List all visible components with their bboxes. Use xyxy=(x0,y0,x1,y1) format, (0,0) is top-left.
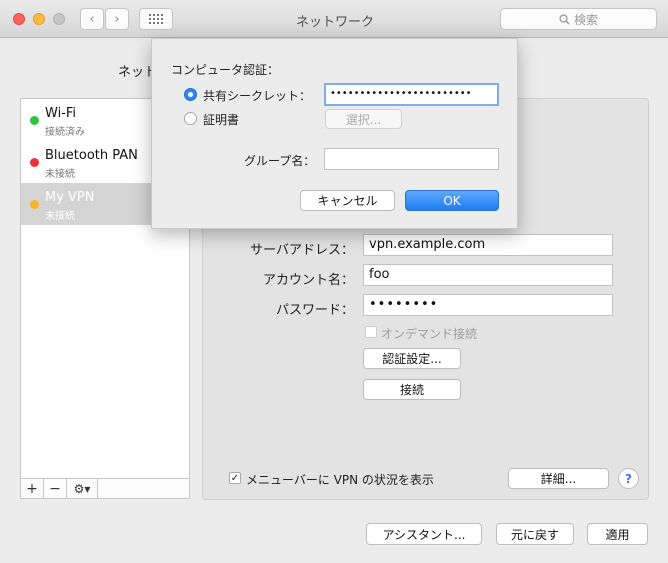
service-name: My VPN xyxy=(45,190,95,205)
cancel-button[interactable]: キャンセル xyxy=(300,190,395,211)
add-service-button[interactable]: + xyxy=(21,479,44,498)
status-dot-icon xyxy=(30,116,39,125)
service-name: Wi-Fi xyxy=(45,106,77,121)
account-name-label: アカウント名： xyxy=(262,273,354,288)
password-label: パスワード： xyxy=(275,303,354,318)
remove-service-button[interactable]: − xyxy=(44,479,67,498)
group-name-label: グループ名： xyxy=(244,154,316,168)
show-vpn-status-checkbox[interactable]: ✓ xyxy=(229,472,241,484)
back-button[interactable]: ‹ xyxy=(80,8,104,30)
search-placeholder: 検索 xyxy=(573,12,598,27)
group-name-field[interactable] xyxy=(324,148,499,170)
status-dot-icon xyxy=(30,158,39,167)
shared-secret-field[interactable]: •••••••••••••••••••••••• xyxy=(324,83,499,106)
apply-button[interactable]: 適用 xyxy=(587,523,648,545)
advanced-button[interactable]: 詳細... xyxy=(508,468,609,489)
ok-button[interactable]: OK xyxy=(405,190,499,211)
show-all-button[interactable] xyxy=(139,8,173,30)
service-status: 未接続 xyxy=(45,169,75,180)
revert-button[interactable]: 元に戻す xyxy=(496,523,574,545)
password-field[interactable]: •••••••• xyxy=(363,294,613,316)
select-certificate-button[interactable]: 選択... xyxy=(325,109,402,129)
service-status: 接続済み xyxy=(45,127,85,138)
shared-secret-label: 共有シークレット： xyxy=(203,89,312,103)
certificate-radio[interactable] xyxy=(184,112,197,125)
help-button[interactable]: ? xyxy=(618,468,639,489)
sheet-heading: コンピュータ認証： xyxy=(171,63,280,77)
close-button[interactable] xyxy=(13,13,25,25)
shared-secret-radio[interactable] xyxy=(184,88,197,101)
on-demand-label: オンデマンド接続 xyxy=(381,327,478,341)
account-name-field[interactable]: foo xyxy=(363,264,613,286)
on-demand-checkbox[interactable] xyxy=(365,326,377,338)
grid-icon xyxy=(149,14,163,24)
server-address-field[interactable]: vpn.example.com xyxy=(363,234,613,256)
forward-button[interactable]: › xyxy=(105,8,129,30)
service-name: Bluetooth PAN xyxy=(45,148,138,163)
status-dot-icon xyxy=(30,200,39,209)
service-status: 未接続 xyxy=(45,211,75,222)
show-vpn-status-label: メニューバーに VPN の状況を表示 xyxy=(246,473,434,487)
service-toolbar: + − ⚙▾ xyxy=(20,479,190,499)
assistant-button[interactable]: アシスタント... xyxy=(366,523,482,545)
search-icon xyxy=(559,13,570,24)
certificate-label: 証明書 xyxy=(203,113,240,127)
chevron-right-icon: › xyxy=(114,11,120,27)
minimize-button[interactable] xyxy=(33,13,45,25)
auth-settings-button[interactable]: 認証設定... xyxy=(363,348,461,369)
gear-icon[interactable]: ⚙▾ xyxy=(67,479,98,498)
connect-button[interactable]: 接続 xyxy=(363,379,461,400)
search-field[interactable]: 検索 xyxy=(500,8,657,30)
chevron-left-icon: ‹ xyxy=(89,11,95,27)
server-address-label: サーバアドレス： xyxy=(250,243,354,258)
window-title: ネットワーク xyxy=(295,15,374,30)
computer-auth-sheet: コンピュータ認証： 共有シークレット： ••••••••••••••••••••… xyxy=(151,38,518,229)
zoom-button[interactable] xyxy=(53,13,65,25)
